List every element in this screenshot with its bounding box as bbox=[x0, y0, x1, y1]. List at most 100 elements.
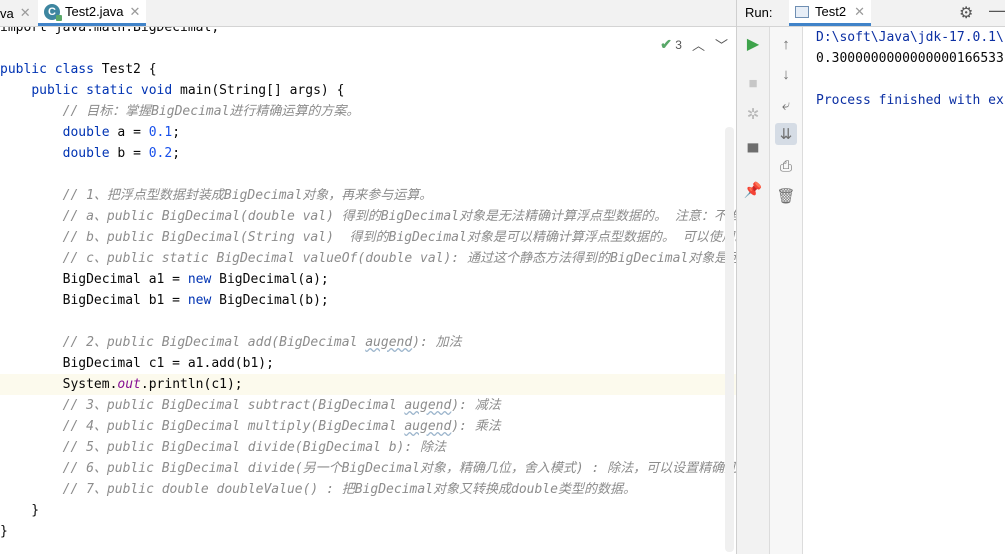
code-token: System. bbox=[0, 377, 118, 392]
trash-icon[interactable]: 🗑 bbox=[775, 185, 797, 207]
code-token: augend bbox=[404, 419, 452, 434]
close-icon[interactable]: ✕ bbox=[130, 4, 141, 20]
code-token: BigDecimal a1 = bbox=[0, 272, 188, 287]
code-token: // b、public BigDecimal(String val) 得到的Bi… bbox=[62, 230, 736, 245]
code-token: new bbox=[187, 293, 220, 308]
code-line[interactable]: // c、public static BigDecimal valueOf(do… bbox=[0, 248, 736, 269]
code-token: // 5、public BigDecimal divide(BigDecimal… bbox=[62, 440, 446, 455]
inspection-count: 3 bbox=[675, 38, 682, 52]
previous-highlight-icon[interactable]: ︿ bbox=[692, 35, 705, 54]
code-token: double bbox=[62, 125, 118, 140]
code-line[interactable]: import java.math.BigDecimal; bbox=[0, 27, 736, 38]
tab-test2-java[interactable]: C Test2.java ✕ bbox=[38, 0, 147, 26]
code-line[interactable]: // 1、把浮点型数据封装成BigDecimal对象，再来参与运算。 bbox=[0, 185, 736, 206]
code-token: double bbox=[62, 146, 118, 161]
code-token: // 1、把浮点型数据封装成BigDecimal对象，再来参与运算。 bbox=[62, 188, 433, 203]
run-label: Run: bbox=[745, 5, 773, 20]
console-line: Process finished with ex bbox=[816, 93, 1004, 108]
code-line[interactable]: public class Test2 { bbox=[0, 59, 736, 80]
tab-label: Test2.java bbox=[65, 4, 124, 19]
code-editor[interactable]: import java.math.BigDecimal; public class… bbox=[0, 27, 736, 554]
code-line[interactable]: // 4、public BigDecimal multiply(BigDecim… bbox=[0, 416, 736, 437]
gear-icon[interactable]: ⚙ bbox=[959, 3, 973, 23]
rerun-icon[interactable]: ▶ bbox=[742, 33, 764, 55]
inspection-widget[interactable]: ✔ 3 ︿ ﹀ bbox=[660, 35, 728, 54]
run-tab-test2[interactable]: Test2 ✕ bbox=[789, 0, 871, 26]
code-line[interactable]: // a、public BigDecimal(double val) 得到的Bi… bbox=[0, 206, 736, 227]
code-token: 0.2 bbox=[148, 146, 173, 161]
print-icon[interactable]: ⎙ bbox=[775, 155, 797, 177]
code-line[interactable]: BigDecimal c1 = a1.add(b1); bbox=[0, 353, 736, 374]
code-token: BigDecimal c1 = a1.add(b1); bbox=[0, 356, 274, 371]
code-token: import java.math.BigDecimal; bbox=[0, 27, 220, 35]
code-token: out bbox=[117, 377, 141, 392]
code-token: BigDecimal(b); bbox=[219, 293, 329, 308]
code-token: new bbox=[187, 272, 220, 287]
run-panel-header: Run: Test2 ✕ ⚙ — bbox=[737, 0, 1005, 27]
code-line[interactable]: } bbox=[0, 500, 736, 521]
scroll-to-end-icon[interactable]: ⇊ bbox=[775, 123, 797, 145]
tab-previous-file[interactable]: va ✕ bbox=[0, 0, 31, 26]
code-line[interactable]: double a = 0.1; bbox=[0, 122, 736, 143]
editor-scrollbar[interactable] bbox=[725, 127, 734, 552]
code-token: .println(c1); bbox=[140, 377, 243, 392]
code-token: // 2、public BigDecimal add(BigDecimal bbox=[62, 335, 366, 350]
code-line[interactable]: // 目标：掌握BigDecimal进行精确运算的方案。 bbox=[0, 101, 736, 122]
code-line[interactable] bbox=[0, 38, 736, 59]
close-icon[interactable]: ✕ bbox=[20, 5, 31, 21]
close-icon[interactable]: ✕ bbox=[854, 4, 865, 20]
tab-label: va bbox=[0, 5, 14, 21]
console-output[interactable]: D:\soft\Java\jdk-17.0.1\ 0.30000000000000… bbox=[803, 27, 1005, 554]
run-tab-label: Test2 bbox=[815, 4, 847, 19]
soft-wrap-icon[interactable]: ⤶ bbox=[775, 94, 797, 116]
code-token: ): 减法 bbox=[451, 398, 501, 413]
code-token: // c、public static BigDecimal valueOf(do… bbox=[62, 251, 736, 266]
code-token: } bbox=[0, 524, 8, 539]
code-line[interactable]: // 5、public BigDecimal divide(BigDecimal… bbox=[0, 437, 736, 458]
arrow-up-icon[interactable]: ↑ bbox=[775, 33, 797, 55]
code-line[interactable]: double b = 0.2; bbox=[0, 143, 736, 164]
stop-icon[interactable]: ■ bbox=[742, 72, 764, 94]
code-line[interactable]: // 3、public BigDecimal subtract(BigDecim… bbox=[0, 395, 736, 416]
code-token: augend bbox=[365, 335, 413, 350]
code-line[interactable]: public static void main(String[] args) { bbox=[0, 80, 736, 101]
code-line[interactable]: // 7、public double doubleValue() : 把BigD… bbox=[0, 479, 736, 500]
code-line[interactable]: System.out.println(c1); bbox=[0, 374, 736, 395]
code-line[interactable] bbox=[0, 164, 736, 185]
pin-icon[interactable]: 📌 bbox=[742, 179, 764, 201]
code-line[interactable]: BigDecimal b1 = new BigDecimal(b); bbox=[0, 290, 736, 311]
code-line[interactable]: BigDecimal a1 = new BigDecimal(a); bbox=[0, 269, 736, 290]
layout-icon[interactable]: ▀ bbox=[742, 141, 764, 163]
minimize-icon[interactable]: — bbox=[989, 0, 1005, 21]
next-highlight-icon[interactable]: ﹀ bbox=[715, 35, 728, 54]
code-token: // 3、public BigDecimal subtract(BigDecim… bbox=[62, 398, 405, 413]
code-line[interactable]: } bbox=[0, 521, 736, 542]
code-token: ; bbox=[172, 125, 181, 140]
code-token: BigDecimal(a); bbox=[219, 272, 329, 287]
code-token: ; bbox=[172, 146, 181, 161]
code-token: b = bbox=[117, 146, 149, 161]
code-line[interactable]: // 2、public BigDecimal add(BigDecimal au… bbox=[0, 332, 736, 353]
run-toolbar-secondary: ↑ ↓ ⤶ ⇊ ⎙ 🗑 bbox=[770, 27, 803, 554]
debug-icon[interactable]: ✲ bbox=[742, 103, 764, 125]
code-line[interactable]: // 6、public BigDecimal divide(另一个BigDeci… bbox=[0, 458, 736, 479]
code-token: Test2 { bbox=[101, 62, 157, 77]
code-line[interactable] bbox=[0, 311, 736, 332]
code-line[interactable]: // b、public BigDecimal(String val) 得到的Bi… bbox=[0, 227, 736, 248]
arrow-down-icon[interactable]: ↓ bbox=[775, 63, 797, 85]
inspection-summary[interactable]: ✔ 3 bbox=[660, 36, 682, 53]
code-token: } bbox=[0, 503, 40, 518]
code-token: // 6、public BigDecimal divide(另一个BigDeci… bbox=[62, 461, 736, 476]
code-token: a = bbox=[117, 125, 149, 140]
